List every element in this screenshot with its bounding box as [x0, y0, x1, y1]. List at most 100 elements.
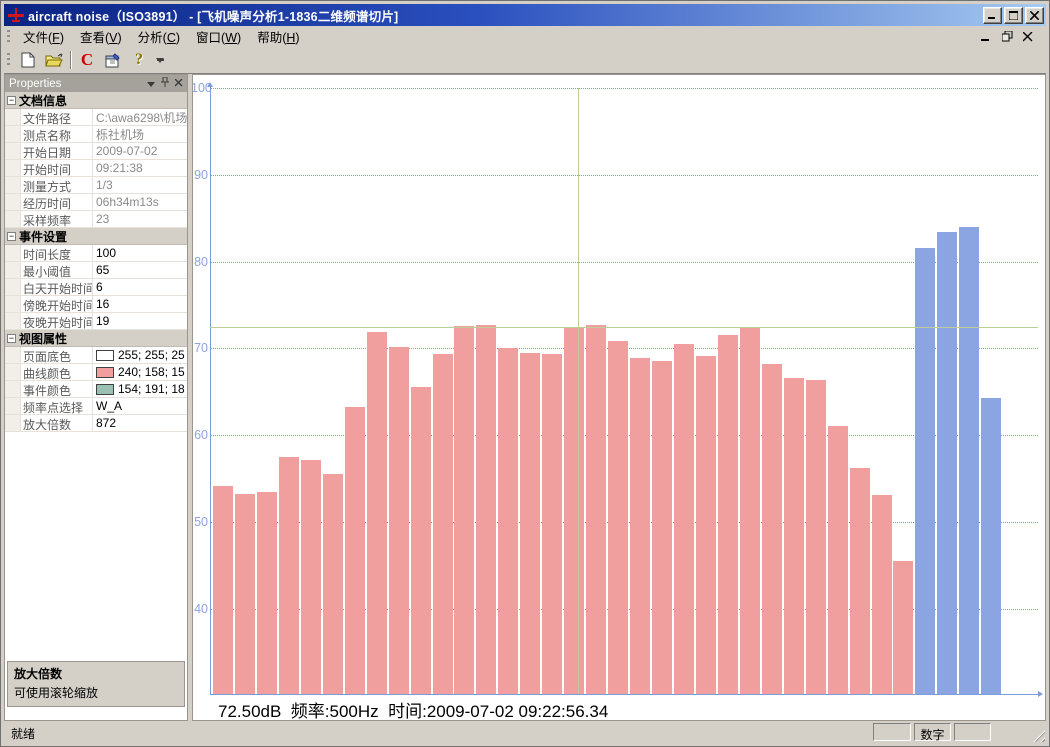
property-value[interactable]: 19 — [93, 313, 187, 329]
property-value[interactable]: 6 — [93, 279, 187, 295]
spectrum-bar[interactable] — [806, 380, 826, 694]
property-value[interactable]: 1/3 — [93, 177, 187, 193]
toolbar-grip[interactable] — [7, 53, 10, 67]
menu-item[interactable]: 窗口(W) — [188, 29, 249, 47]
spectrum-bar[interactable] — [433, 354, 453, 694]
property-row[interactable]: 夜晚开始时间19 — [5, 313, 187, 330]
property-row[interactable]: 开始日期2009-07-02 — [5, 143, 187, 160]
spectrum-bar[interactable] — [323, 474, 343, 694]
menu-item[interactable]: 帮助(H) — [249, 29, 307, 47]
c-analysis-icon[interactable]: C — [75, 49, 99, 71]
property-value[interactable]: 154; 191; 18 — [93, 381, 187, 397]
maximize-button[interactable] — [1004, 7, 1023, 24]
property-row[interactable]: 白天开始时间6 — [5, 279, 187, 296]
spectrum-bar[interactable] — [586, 325, 606, 694]
spectrum-bar[interactable] — [542, 354, 562, 694]
spectrum-bar[interactable] — [411, 387, 431, 694]
property-value[interactable]: 65 — [93, 262, 187, 278]
property-row[interactable]: 频率点选择W_A — [5, 398, 187, 415]
property-value[interactable]: 872 — [93, 415, 187, 431]
property-value[interactable]: 栎社机场 — [93, 126, 187, 142]
help-icon[interactable]: ? — [127, 49, 151, 71]
property-section-header[interactable]: −事件设置 — [5, 228, 187, 245]
property-row[interactable]: 开始时间09:21:38 — [5, 160, 187, 177]
spectrum-bar[interactable] — [520, 353, 540, 694]
event-bar[interactable] — [915, 248, 935, 694]
collapse-icon[interactable]: − — [7, 232, 16, 241]
property-value[interactable]: 240; 158; 15 — [93, 364, 187, 380]
overflow-chevron-icon[interactable] — [154, 49, 166, 71]
spectrum-bar[interactable] — [850, 468, 870, 694]
property-row[interactable]: 测点名称栎社机场 — [5, 126, 187, 143]
new-document-icon[interactable] — [16, 49, 40, 71]
spectrum-bar[interactable] — [564, 327, 584, 694]
resize-grip[interactable] — [1032, 729, 1045, 742]
spectrum-bar[interactable] — [740, 327, 760, 694]
property-value[interactable]: 16 — [93, 296, 187, 312]
event-bar[interactable] — [937, 232, 957, 694]
properties-icon[interactable] — [101, 49, 125, 71]
spectrum-bar[interactable] — [345, 407, 365, 694]
event-bar[interactable] — [959, 227, 979, 694]
panel-close-icon[interactable] — [175, 78, 183, 90]
spectrum-bar[interactable] — [784, 378, 804, 694]
menu-item[interactable]: 分析(C) — [130, 29, 188, 47]
collapse-icon[interactable]: − — [7, 334, 16, 343]
pin-icon[interactable] — [161, 77, 169, 90]
property-value[interactable]: 23 — [93, 211, 187, 227]
spectrum-chart[interactable]: 72.50dB 频率:500Hz 时间:2009-07-02 09:22:56.… — [192, 74, 1046, 721]
menu-grip[interactable] — [7, 30, 10, 44]
spectrum-bar[interactable] — [828, 426, 848, 694]
property-value[interactable]: 2009-07-02 — [93, 143, 187, 159]
spectrum-bar[interactable] — [498, 348, 518, 694]
spectrum-bar[interactable] — [630, 358, 650, 694]
property-row[interactable]: 页面底色255; 255; 25 — [5, 347, 187, 364]
spectrum-bar[interactable] — [608, 341, 628, 694]
spectrum-bar[interactable] — [235, 494, 255, 694]
spectrum-bar[interactable] — [257, 492, 277, 694]
property-row[interactable]: 采样频率23 — [5, 211, 187, 228]
property-section-header[interactable]: −文档信息 — [5, 92, 187, 109]
spectrum-bar[interactable] — [652, 361, 672, 694]
mdi-restore-button[interactable] — [1001, 31, 1013, 43]
properties-panel-header[interactable]: Properties — [5, 75, 187, 92]
property-row[interactable]: 最小阈值65 — [5, 262, 187, 279]
property-value[interactable]: C:\awa6298\机场 — [93, 109, 187, 125]
spectrum-bar[interactable] — [301, 460, 321, 694]
spectrum-bar[interactable] — [454, 326, 474, 694]
spectrum-bar[interactable] — [476, 325, 496, 694]
property-value[interactable]: 255; 255; 25 — [93, 347, 187, 363]
collapse-icon[interactable]: − — [7, 96, 16, 105]
spectrum-bar[interactable] — [674, 344, 694, 694]
close-button[interactable] — [1025, 7, 1044, 24]
menu-item[interactable]: 查看(V) — [72, 29, 130, 47]
property-value[interactable]: 06h34m13s — [93, 194, 187, 210]
mdi-close-button[interactable] — [1022, 31, 1034, 43]
spectrum-bar[interactable] — [872, 495, 892, 694]
minimize-button[interactable] — [983, 7, 1002, 24]
spectrum-bar[interactable] — [213, 486, 233, 694]
spectrum-bar[interactable] — [279, 457, 299, 694]
spectrum-bar[interactable] — [696, 356, 716, 694]
property-value[interactable]: 09:21:38 — [93, 160, 187, 176]
chevron-down-icon[interactable] — [147, 78, 155, 90]
property-row[interactable]: 经历时间06h34m13s — [5, 194, 187, 211]
property-value[interactable]: 100 — [93, 245, 187, 261]
open-folder-icon[interactable] — [42, 49, 66, 71]
spectrum-bar[interactable] — [762, 364, 782, 694]
event-bar[interactable] — [981, 398, 1001, 694]
spectrum-bar[interactable] — [893, 561, 913, 694]
property-row[interactable]: 曲线颜色240; 158; 15 — [5, 364, 187, 381]
property-row[interactable]: 时间长度100 — [5, 245, 187, 262]
property-row[interactable]: 文件路径C:\awa6298\机场 — [5, 109, 187, 126]
property-row[interactable]: 傍晚开始时间16 — [5, 296, 187, 313]
spectrum-bar[interactable] — [389, 347, 409, 694]
property-value[interactable]: W_A — [93, 398, 187, 414]
mdi-minimize-button[interactable] — [980, 31, 992, 43]
property-row[interactable]: 放大倍数872 — [5, 415, 187, 432]
spectrum-bar[interactable] — [367, 332, 387, 694]
property-row[interactable]: 事件颜色154; 191; 18 — [5, 381, 187, 398]
property-row[interactable]: 测量方式1/3 — [5, 177, 187, 194]
spectrum-bar[interactable] — [718, 335, 738, 694]
menu-item[interactable]: 文件(F) — [15, 29, 72, 47]
